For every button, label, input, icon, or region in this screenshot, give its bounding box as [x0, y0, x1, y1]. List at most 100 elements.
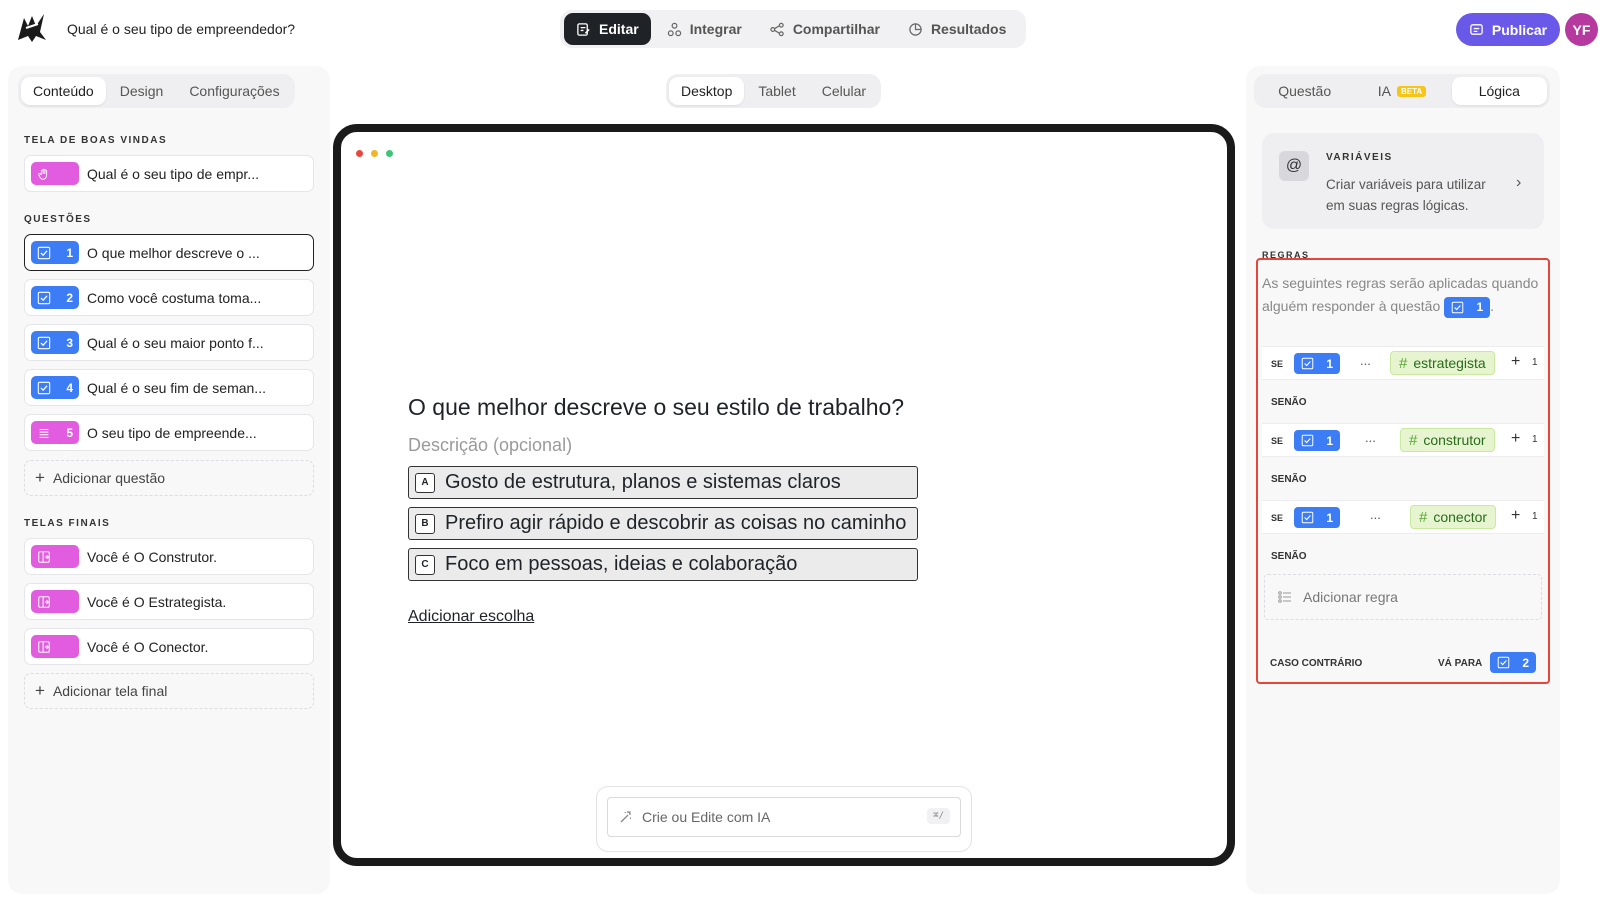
rule-row-1[interactable]: SE 1 ... # estrategista + 1	[1262, 346, 1544, 380]
publish-button[interactable]: Publicar	[1456, 13, 1560, 46]
checkbox-icon	[1301, 434, 1314, 447]
rule-question-badge[interactable]: 1	[1294, 353, 1340, 374]
ai-input[interactable]: Crie ou Edite com IA ⌘/	[607, 797, 961, 837]
tab-design[interactable]: Design	[108, 77, 176, 105]
choice-c[interactable]: C Foco em pessoas, ideias e colaboração	[408, 548, 918, 581]
rules-intro-text: As seguintes regras serão aplicadas quan…	[1262, 275, 1539, 314]
ending-item-1[interactable]: Você é O Construtor.	[24, 538, 314, 575]
question-badge: 4	[31, 376, 79, 399]
question-item-2[interactable]: 2 Como você costuma toma...	[24, 279, 314, 316]
rules-question-number: 1	[1476, 299, 1484, 314]
rule-question-badge[interactable]: 1	[1294, 507, 1340, 528]
avatar[interactable]: YF	[1565, 13, 1598, 46]
tab-integrar[interactable]: Integrar	[655, 13, 754, 45]
ending-item-2[interactable]: Você é O Estrategista.	[24, 583, 314, 620]
shortcut-hint: ⌘/	[927, 808, 950, 824]
checkbox-icon	[1301, 357, 1314, 370]
tab-questao[interactable]: Questão	[1257, 77, 1352, 105]
edit-icon	[577, 22, 590, 36]
variables-card[interactable]: @ VARIÁVEIS Criar variáveis para utiliza…	[1262, 133, 1544, 229]
rule-row-2[interactable]: SE 1 ... # construtor + 1	[1262, 423, 1544, 457]
beta-badge: BETA	[1397, 85, 1427, 97]
rules-question-badge: 1	[1444, 296, 1491, 318]
welcome-screen-label: Qual é o seu tipo de empr...	[87, 165, 259, 182]
if-label: SE	[1271, 359, 1284, 369]
tab-tablet[interactable]: Tablet	[746, 77, 807, 105]
choice-key: C	[415, 554, 435, 575]
variables-description: Criar variáveis para utilizar em suas re…	[1326, 177, 1486, 213]
exit-door-icon	[38, 640, 50, 653]
question-title[interactable]: O que melhor descreve o seu estilo de tr…	[408, 394, 904, 421]
rule-row-3[interactable]: SE 1 ... # conector + 1	[1262, 500, 1544, 534]
question-description[interactable]: Descrição (opcional)	[408, 435, 572, 456]
welcome-section-label: TELA DE BOAS VINDAS	[24, 135, 168, 146]
tab-resultados[interactable]: Resultados	[896, 13, 1018, 45]
goto-question-badge[interactable]: 2	[1490, 652, 1536, 673]
question-badge: 3	[31, 331, 79, 354]
hash-icon: #	[1409, 431, 1418, 449]
tab-configuracoes[interactable]: Configurações	[177, 77, 291, 105]
rule-variable-tag[interactable]: # conector	[1410, 505, 1497, 529]
question-label: Como você costuma toma...	[87, 289, 262, 306]
rule-variable-tag[interactable]: # estrategista	[1390, 351, 1495, 375]
rules-intro: As seguintes regras serão aplicadas quan…	[1262, 272, 1548, 318]
ending-badge	[31, 635, 79, 658]
add-ending-button[interactable]: + Adicionar tela final	[24, 673, 314, 709]
question-item-3[interactable]: 3 Qual é o seu maior ponto f...	[24, 324, 314, 361]
publish-label: Publicar	[1491, 21, 1548, 38]
if-label: SE	[1271, 513, 1284, 523]
ending-label: Você é O Conector.	[87, 638, 209, 655]
tab-compartilhar-label: Compartilhar	[792, 21, 880, 37]
device-tabs: Desktop Tablet Celular	[666, 74, 882, 108]
logo-icon[interactable]	[14, 10, 50, 46]
settings-tabs: Questão IA BETA Lógica	[1254, 74, 1550, 108]
question-item-5[interactable]: 5 O seu tipo de empreende...	[24, 414, 314, 451]
close-dot-icon	[356, 150, 363, 157]
tab-desktop[interactable]: Desktop	[669, 77, 745, 105]
rule-increment: 1	[1532, 511, 1538, 522]
text-lines-icon	[39, 428, 49, 438]
minimize-dot-icon	[371, 150, 378, 157]
variables-title: VARIÁVEIS	[1326, 152, 1393, 163]
choice-b[interactable]: B Prefiro agir rápido e descobrir as coi…	[408, 507, 918, 540]
hash-icon: #	[1399, 354, 1408, 372]
question-badge: 5	[31, 421, 79, 444]
question-number: 1	[66, 245, 73, 260]
choice-a[interactable]: A Gosto de estrutura, planos e sistemas …	[408, 466, 918, 499]
ending-badge	[31, 590, 79, 613]
tab-celular[interactable]: Celular	[810, 77, 878, 105]
plus-icon[interactable]: +	[1511, 507, 1520, 525]
endings-section-label: TELAS FINAIS	[24, 518, 111, 529]
document-title[interactable]: Qual é o seu tipo de empreendedor?	[67, 21, 295, 37]
exit-door-icon	[38, 550, 50, 563]
tab-ia[interactable]: IA BETA	[1354, 77, 1449, 105]
plus-icon: +	[35, 468, 45, 487]
rule-condition-ellipsis[interactable]: ...	[1365, 430, 1376, 445]
tab-conteudo[interactable]: Conteúdo	[21, 77, 106, 105]
welcome-screen-item[interactable]: Qual é o seu tipo de empr...	[24, 155, 314, 192]
ending-badge	[31, 545, 79, 568]
ending-item-3[interactable]: Você é O Conector.	[24, 628, 314, 665]
plus-icon[interactable]: +	[1511, 430, 1520, 448]
rule-condition-ellipsis[interactable]: ...	[1370, 507, 1381, 522]
question-item-4[interactable]: 4 Qual é o seu fim de seman...	[24, 369, 314, 406]
tab-logica[interactable]: Lógica	[1451, 77, 1547, 105]
rule-variable-label: construtor	[1423, 432, 1486, 448]
results-icon	[909, 22, 922, 36]
tab-ia-label: IA	[1377, 83, 1392, 99]
if-label: SE	[1271, 436, 1284, 446]
add-rule-button[interactable]: Adicionar regra	[1264, 574, 1542, 620]
question-item-1[interactable]: 1 O que melhor descreve o ...	[24, 234, 314, 271]
ending-label: Você é O Estrategista.	[87, 593, 227, 610]
rule-question-badge[interactable]: 1	[1294, 430, 1340, 451]
hand-wave-icon	[38, 168, 48, 180]
plus-icon[interactable]: +	[1511, 353, 1520, 371]
rule-condition-ellipsis[interactable]: ...	[1360, 353, 1371, 368]
question-label: O seu tipo de empreende...	[87, 424, 257, 441]
add-choice-link[interactable]: Adicionar escolha	[408, 608, 534, 626]
add-question-button[interactable]: + Adicionar questão	[24, 460, 314, 496]
tab-compartilhar[interactable]: Compartilhar	[758, 13, 892, 45]
rule-variable-tag[interactable]: # construtor	[1400, 428, 1495, 452]
choice-label: Prefiro agir rápido e descobrir as coisa…	[445, 512, 907, 534]
tab-editar[interactable]: Editar	[564, 13, 651, 45]
